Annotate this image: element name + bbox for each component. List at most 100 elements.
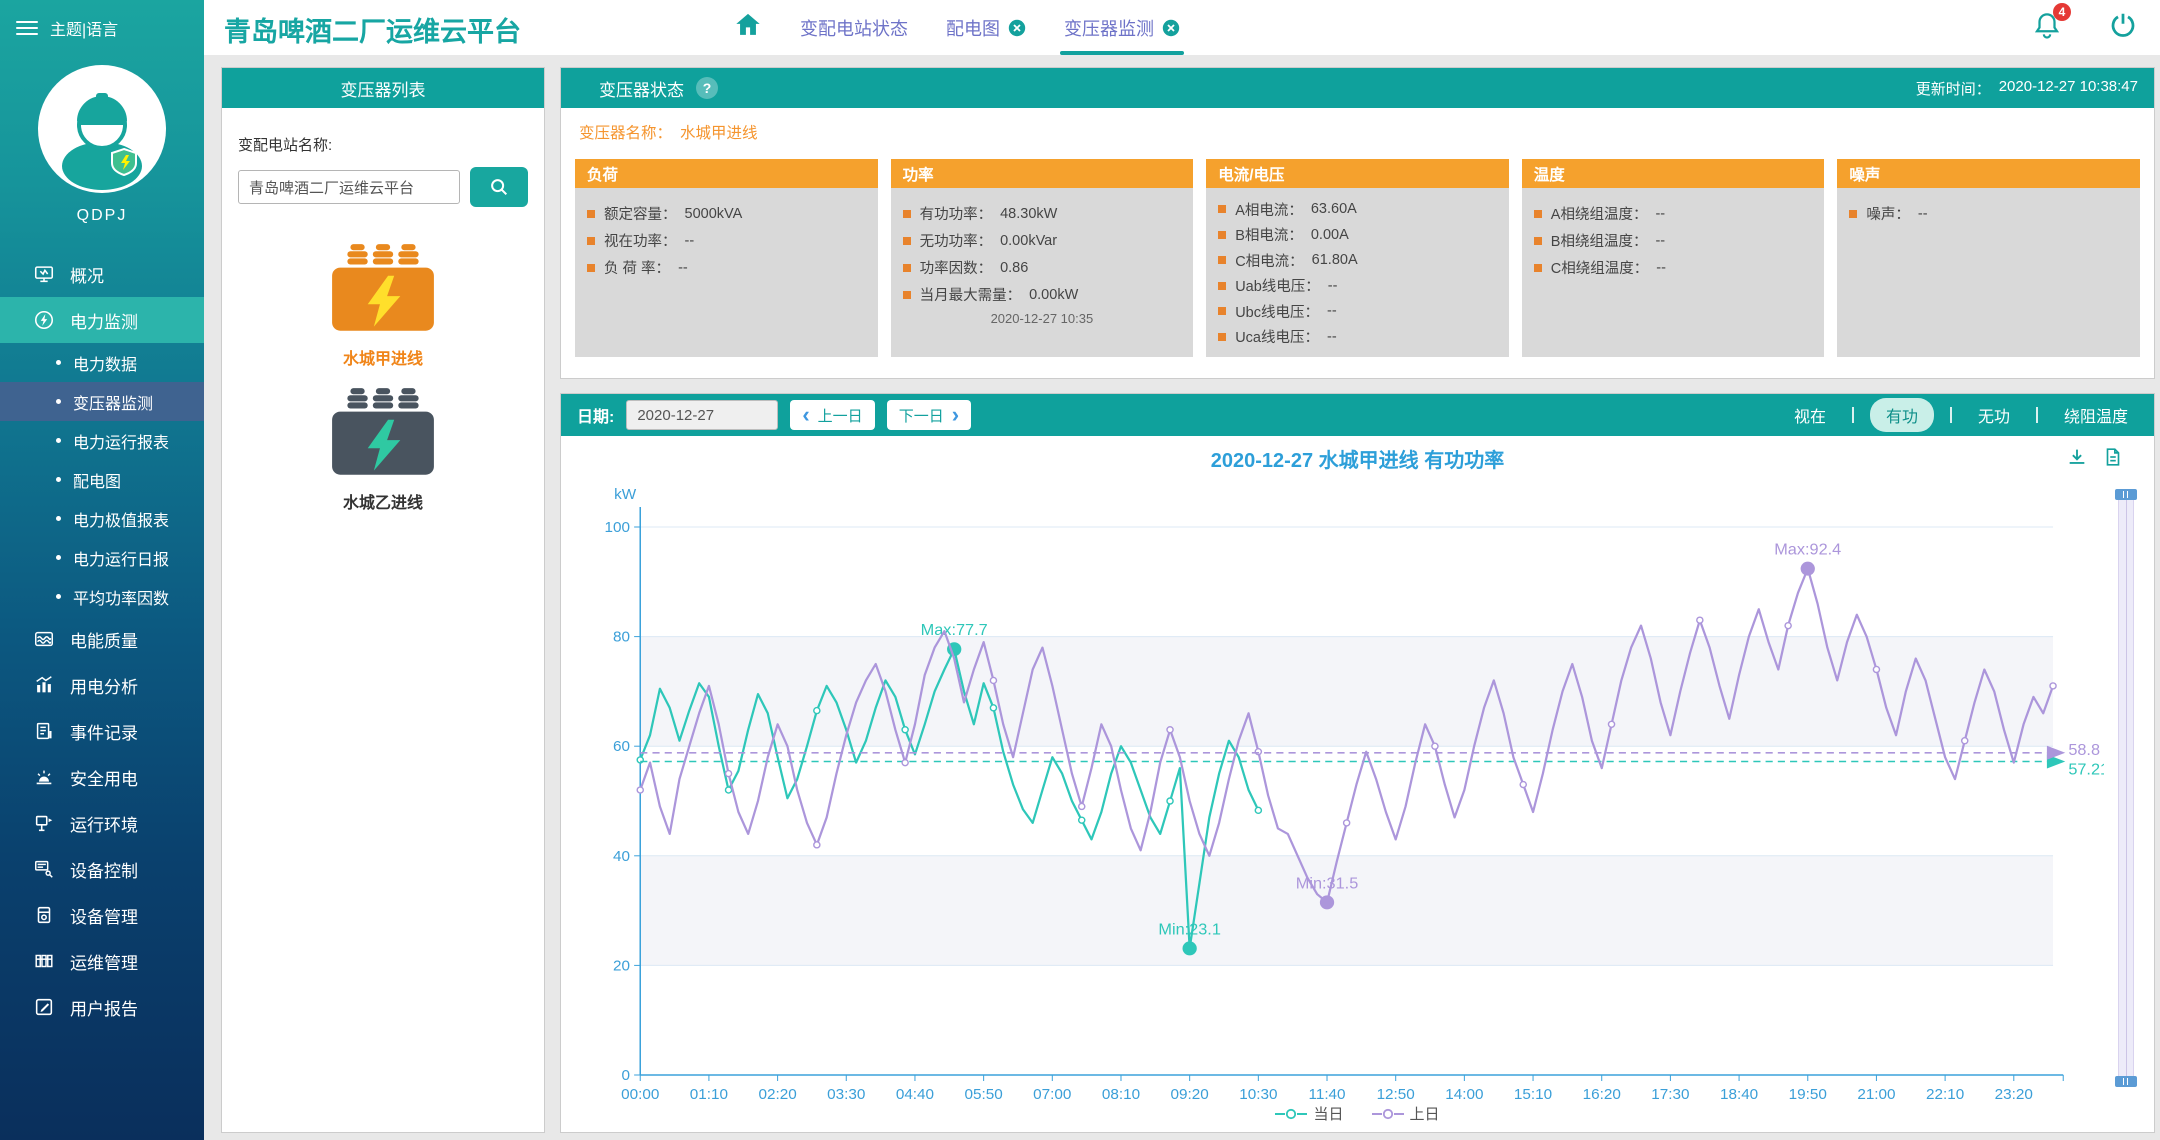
card-temperature: 温度 A相绕组温度：-- B相绕组温度：-- C相绕组温度：-- (1522, 159, 1825, 357)
bullet-icon (587, 237, 595, 245)
slider-handle-top[interactable] (2115, 489, 2137, 500)
sidebar-item-power-daily-report[interactable]: 电力运行日报 (0, 538, 204, 577)
stat-row: 额定容量：5000kVA (587, 203, 866, 224)
sidebar-item-user-report[interactable]: 用户报告 (0, 984, 204, 1030)
logout-button[interactable] (2108, 10, 2138, 45)
sidebar-item-operating-environment[interactable]: 运行环境 (0, 800, 204, 846)
right-column: 变压器状态 ? 更新时间： 2020-12-27 10:38:47 变压器名称：… (560, 67, 2155, 1133)
tab-transformer-monitoring[interactable]: 变压器监测 (1064, 0, 1180, 55)
close-icon[interactable] (1162, 19, 1180, 37)
svg-text:17:30: 17:30 (1651, 1086, 1689, 1103)
sidebar-item-power-data[interactable]: 电力数据 (0, 343, 204, 382)
sidebar-item-power-quality[interactable]: 电能质量 (0, 616, 204, 662)
content: 变压器列表 变配电站名称: (204, 55, 2160, 1140)
transformer-list-panel: 变压器列表 变配电站名称: (221, 67, 545, 1133)
bullet-icon (587, 264, 595, 272)
tab-distribution-diagram[interactable]: 配电图 (946, 0, 1026, 55)
transformer-item-b[interactable]: 水城乙进线 (238, 387, 528, 513)
next-day-button[interactable]: 下一日 › (887, 400, 971, 430)
mode-winding-temperature[interactable]: 绕阻温度 (2054, 398, 2138, 432)
chart-actions (2066, 446, 2124, 473)
legend-today[interactable]: 当日 (1275, 1103, 1343, 1124)
line-chart[interactable]: 020406080100kW00:0001:1002:2003:3004:400… (575, 475, 2104, 1120)
stat-row: Ubc线电压：-- (1218, 301, 1497, 322)
bullet-icon (56, 477, 61, 482)
status-cards: 负荷 额定容量：5000kVA 视在功率：-- 负 荷 率：-- 功率 有功功率… (561, 159, 2154, 357)
station-name-label: 变配电站名称: (238, 134, 528, 155)
sidebar-item-average-power-factor[interactable]: 平均功率因数 (0, 577, 204, 616)
svg-text:09:20: 09:20 (1171, 1086, 1209, 1103)
bullet-icon (1534, 264, 1542, 272)
report-icon[interactable] (2102, 446, 2124, 473)
card-power: 功率 有功功率：48.30kW 无功功率：0.00kVar 功率因数：0.86 … (891, 159, 1194, 357)
sidebar-item-device-control[interactable]: 设备控制 (0, 846, 204, 892)
sidebar-item-power-monitoring[interactable]: 电力监测 (0, 297, 204, 343)
notifications-button[interactable]: 4 (2032, 10, 2062, 45)
svg-text:05:50: 05:50 (965, 1086, 1003, 1103)
sidebar-item-label: 运行环境 (70, 811, 138, 836)
bullet-icon (1849, 210, 1857, 218)
update-time: 更新时间： 2020-12-27 10:38:47 (1916, 78, 2138, 99)
sidebar-item-event-log[interactable]: 事件记录 (0, 708, 204, 754)
search-button[interactable] (470, 167, 528, 207)
bullet-icon (56, 399, 61, 404)
svg-text:kW: kW (614, 486, 637, 503)
bullet-icon (56, 438, 61, 443)
home-icon[interactable] (734, 11, 762, 44)
previous-day-button[interactable]: ‹ 上一日 (790, 400, 874, 430)
slider-track (2126, 493, 2127, 1083)
sidebar-item-power-extreme-report[interactable]: 电力极值报表 (0, 499, 204, 538)
alarm-icon (32, 765, 56, 789)
chart-title: 2020-12-27 水城甲进线 有功功率 (561, 444, 2154, 473)
chart-body: 2020-12-27 水城甲进线 有功功率 (561, 436, 2154, 1132)
mode-apparent[interactable]: 视在 (1784, 398, 1836, 432)
stat-row: 无功功率：0.00kVar (903, 230, 1182, 251)
y-axis-zoom-slider[interactable] (2118, 490, 2134, 1086)
svg-text:19:50: 19:50 (1789, 1086, 1827, 1103)
station-search-input[interactable] (238, 170, 460, 204)
theme-language-link[interactable]: 主题|语言 (50, 16, 118, 40)
svg-text:20: 20 (613, 958, 630, 975)
transformer-icon-unselected (327, 387, 439, 485)
svg-text:02:20: 02:20 (758, 1086, 796, 1103)
sidebar-item-label: 用电分析 (70, 673, 138, 698)
close-icon[interactable] (1008, 19, 1026, 37)
mode-reactive[interactable]: 无功 (1968, 398, 2020, 432)
svg-text:Min:23.1: Min:23.1 (1158, 921, 1221, 939)
download-icon[interactable] (2066, 446, 2088, 473)
avatar (36, 63, 168, 195)
mode-active[interactable]: 有功 (1870, 398, 1934, 432)
transformer-name: 水城甲进线 (343, 345, 423, 369)
sidebar-top: 主题|语言 (0, 0, 204, 55)
sidebar-item-device-management[interactable]: 设备管理 (0, 892, 204, 938)
topbar: 青岛啤酒二厂运维云平台 变配电站状态 配电图 变压器 (204, 0, 2160, 55)
help-icon[interactable]: ? (696, 77, 718, 99)
sidebar-item-power-operation-report[interactable]: 电力运行报表 (0, 421, 204, 460)
tab-station-status[interactable]: 变配电站状态 (800, 0, 908, 55)
transformer-status-panel: 变压器状态 ? 更新时间： 2020-12-27 10:38:47 变压器名称：… (560, 67, 2155, 379)
bullet-icon (1218, 282, 1226, 290)
stat-row: 功率因数：0.86 (903, 257, 1182, 278)
sidebar-item-ops-management[interactable]: 运维管理 (0, 938, 204, 984)
sidebar-item-transformer-monitoring[interactable]: 变压器监测 (0, 382, 204, 421)
stat-row: C相绕组温度：-- (1534, 257, 1813, 278)
mode-switch: 视在 有功 无功 绕阻温度 (1784, 398, 2138, 432)
bullet-icon (56, 594, 61, 599)
update-time-value: 2020-12-27 10:38:47 (1999, 78, 2138, 99)
sidebar-item-distribution-diagram[interactable]: 配电图 (0, 460, 204, 499)
sidebar-item-safe-electricity[interactable]: 安全用电 (0, 754, 204, 800)
username: QDPJ (0, 207, 204, 225)
bullet-icon (1218, 333, 1226, 341)
sidebar-item-label: 设备控制 (70, 857, 138, 882)
date-input[interactable] (627, 407, 778, 424)
user-avatar-icon (36, 63, 168, 195)
bullet-icon (587, 210, 595, 218)
slider-handle-bottom[interactable] (2115, 1076, 2137, 1087)
svg-text:14:00: 14:00 (1445, 1086, 1483, 1103)
sidebar-item-overview[interactable]: 概况 (0, 251, 204, 297)
hamburger-menu-icon[interactable] (16, 21, 38, 35)
monitor-icon (32, 262, 56, 286)
transformer-item-a[interactable]: 水城甲进线 (238, 243, 528, 369)
sidebar-item-electricity-analysis[interactable]: 用电分析 (0, 662, 204, 708)
legend-yesterday[interactable]: 上日 (1372, 1103, 1440, 1124)
